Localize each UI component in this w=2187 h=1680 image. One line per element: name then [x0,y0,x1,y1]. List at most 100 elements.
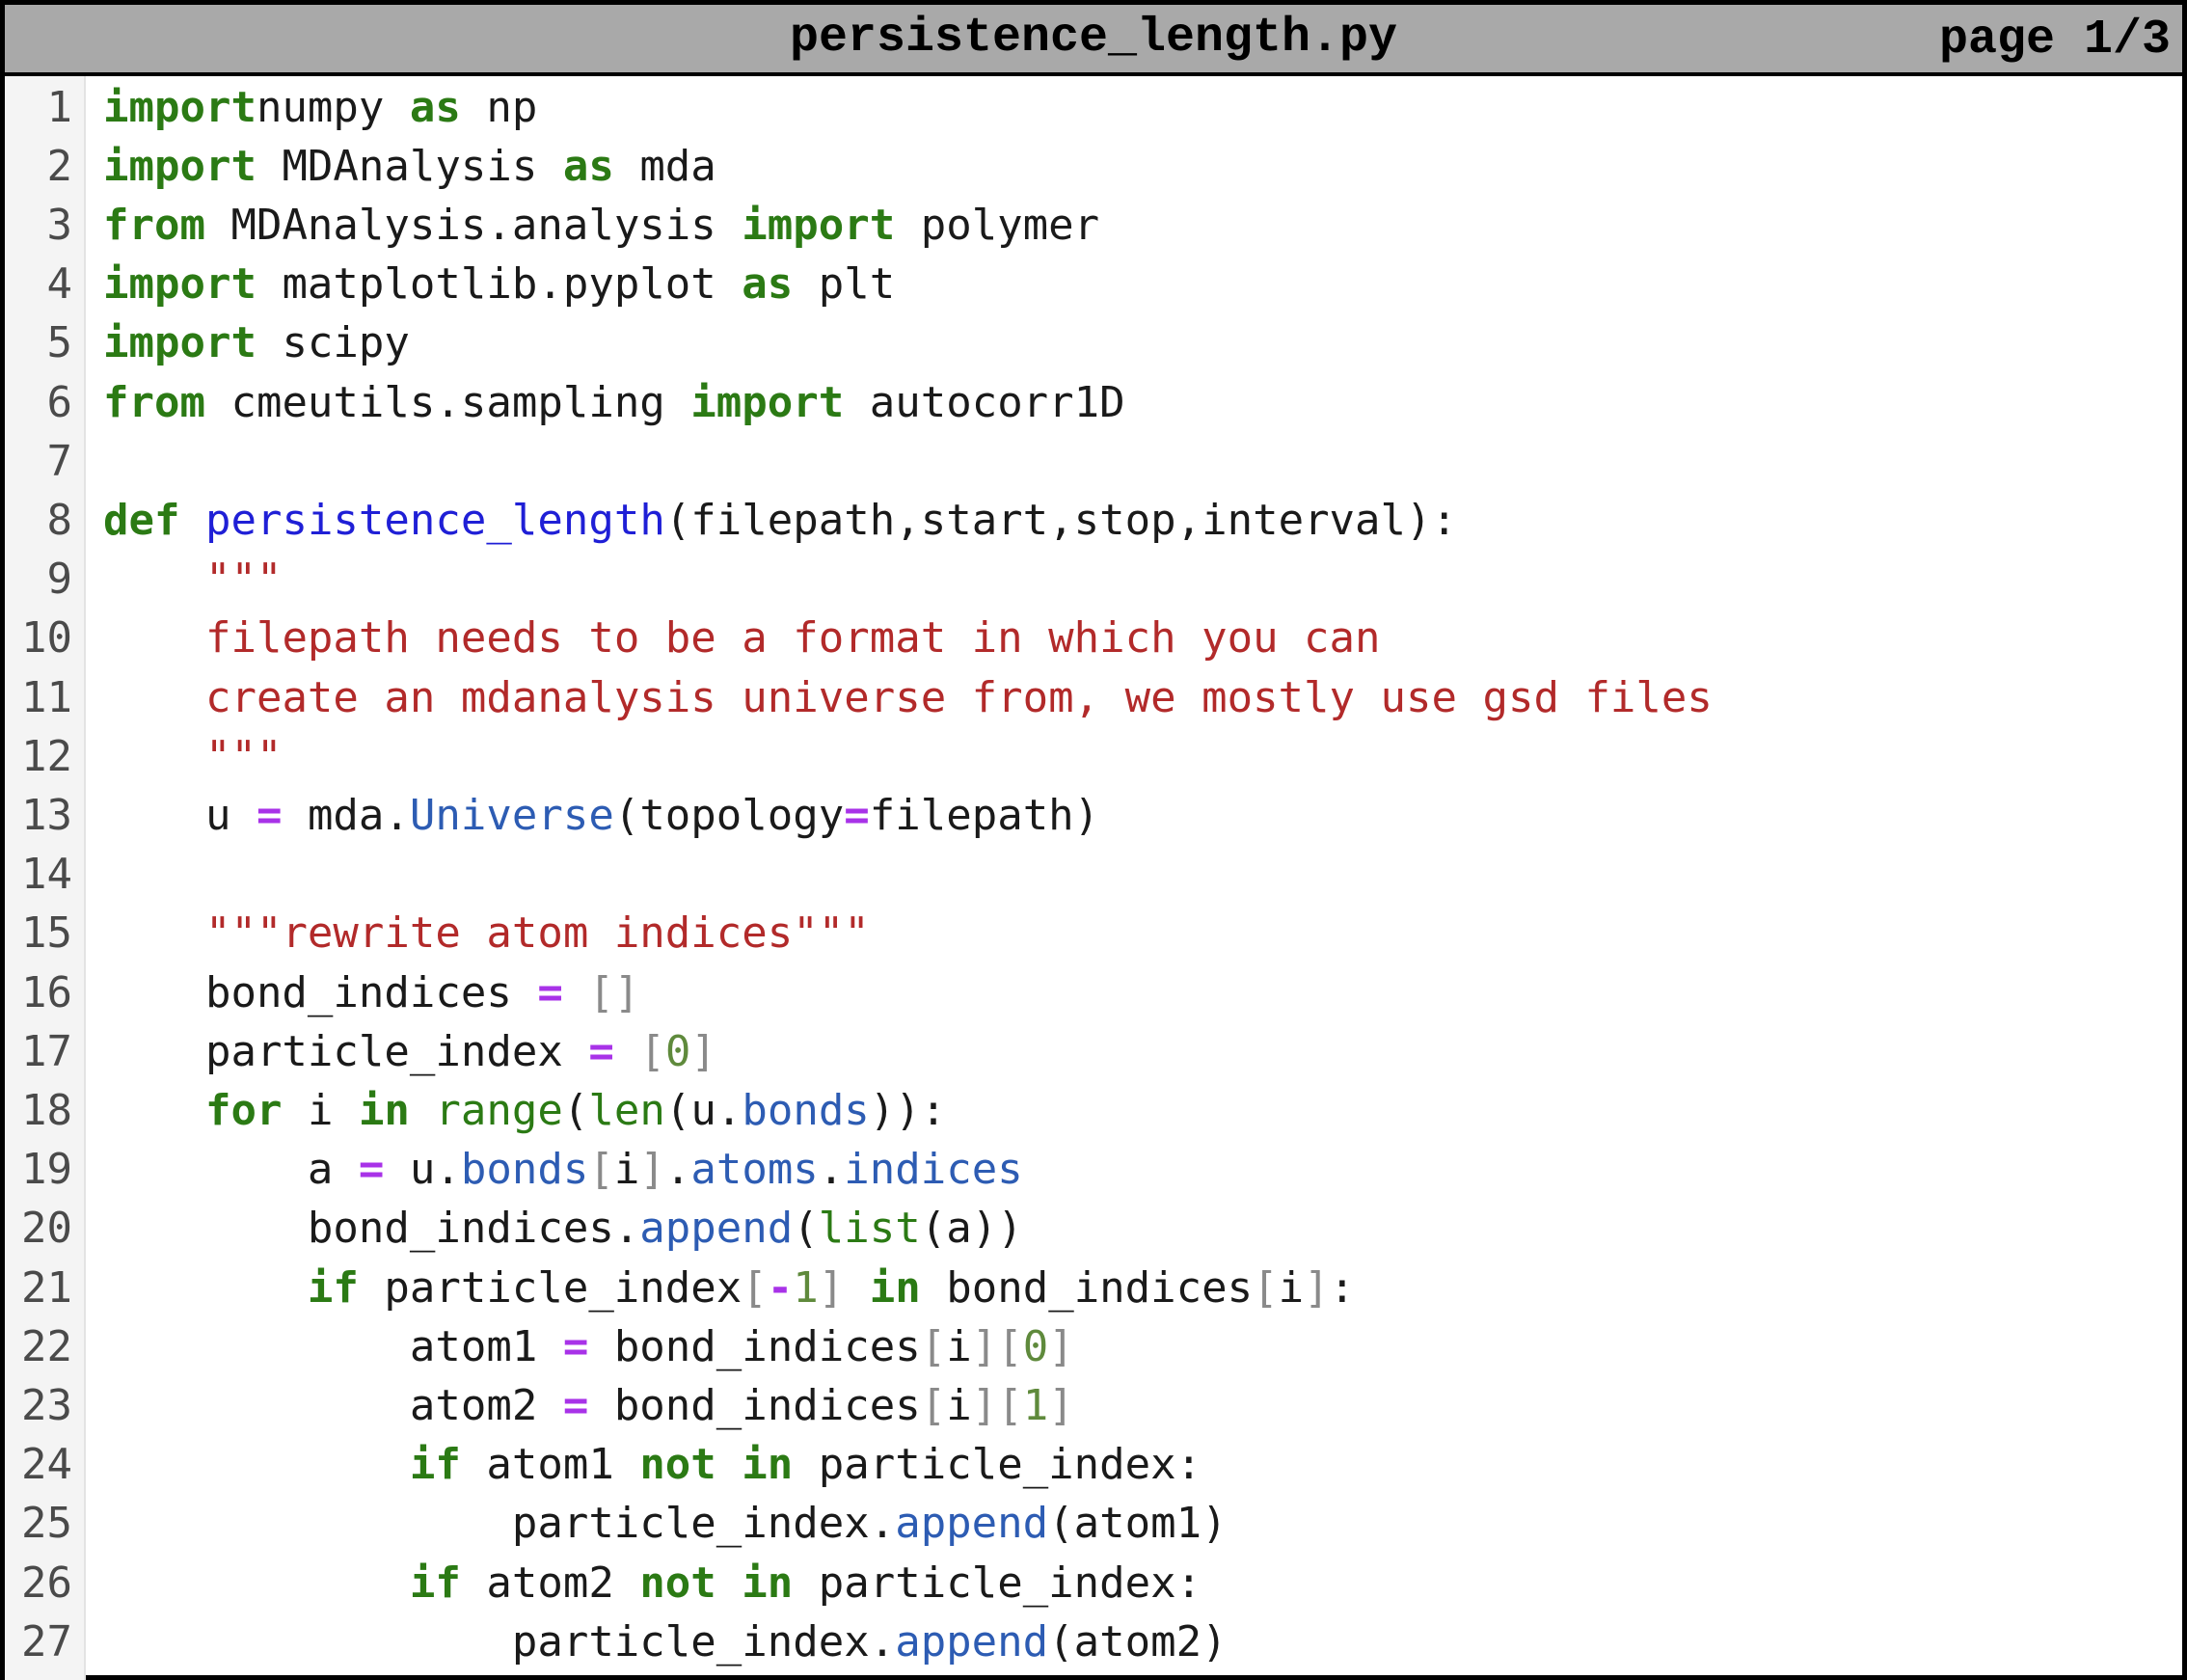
line-number: 14 [21,850,72,900]
code-text: """rewrite atom indices""" [103,904,870,962]
code-token: ] [690,1026,716,1076]
code-line: 14 [5,845,2182,904]
code-token: ][ [971,1321,1023,1371]
code-token: atom1 [460,1440,640,1490]
line-number: 20 [21,1204,72,1254]
code-token: create an mdanalysis universe from, we m… [204,672,1713,722]
code-line: 11 create an mdanalysis universe from, w… [5,668,2182,727]
code-text: import matplotlib.pyplot as plt [103,255,895,313]
code-token: ] [1304,1262,1330,1313]
code-text: import scipy [103,313,410,372]
code-token: import [103,141,256,191]
code-token: ( [793,1204,819,1254]
code-token: atom2 [103,1380,563,1430]
code-line: 4 import matplotlib.pyplot as plt [5,255,2182,313]
code-token: def [103,495,180,545]
code-token: import [103,259,256,310]
code-token: [ [639,1026,665,1076]
code-text: atom1 = bond_indices[i][0] [103,1317,1074,1376]
code-line: 24 if atom1 not in particle_index: [5,1435,2182,1494]
code-token: [] [588,967,640,1017]
code-line: 23 atom2 = bond_indices[i][1] [5,1376,2182,1435]
code-token: persistence_length [204,495,665,545]
code-line: 25 particle_index.append(atom1) [5,1494,2182,1553]
code-line: 19 a = u.bonds[i].atoms.indices [5,1140,2182,1199]
code-line: 6 from cmeutils.sampling import autocorr1… [5,373,2182,432]
code-token: [ [742,1262,768,1313]
code-token: len [588,1085,665,1135]
code-token: - [767,1262,794,1313]
code-text: bond_indices.append(list(a)) [103,1199,1023,1258]
code-listing: 1 importnumpy as np 2 import MDAnalysis as … [5,76,2182,1680]
code-page: persistence_length.py page 1/3 1 importnu… [0,0,2187,1680]
code-text: particle_index.append(atom1) [103,1494,1228,1553]
code-token: particle_index: [793,1440,1202,1490]
code-token: i [282,1085,359,1135]
code-text: a = u.bonds[i].atoms.indices [103,1140,1023,1199]
code-token: range [435,1085,563,1135]
code-text: if atom1 not in particle_index: [103,1435,1202,1494]
line-number: 5 [46,318,73,368]
code-token: bond_indices [920,1262,1254,1313]
line-number: 24 [21,1440,72,1490]
code-token: = [562,1321,589,1371]
code-line: 18 for i in range(len(u.bonds)): [5,1081,2182,1140]
code-token: = [844,790,870,840]
code-text: importnumpy as np [103,78,537,137]
line-number: 16 [21,967,72,1017]
code-line: 16 bond_indices = [] [5,963,2182,1022]
code-token: filepath needs to be a format in which y… [204,613,1381,664]
code-token: for [204,1085,283,1135]
code-token: i [946,1380,972,1430]
code-token: particle_index. [103,1616,896,1666]
code-token: append [639,1204,794,1254]
code-line: 10 filepath needs to be a format in whic… [5,609,2182,667]
code-line: 20 bond_indices.append(list(a)) [5,1199,2182,1258]
line-number: 8 [46,495,73,545]
code-token: : [920,1085,947,1135]
code-token: = [358,1145,385,1195]
code-token: bond_indices [103,967,538,1017]
code-token: (filepath,start,stop,interval): [664,495,1458,545]
code-token: . [818,1145,845,1195]
line-number: 13 [21,790,72,840]
code-token: numpy [256,82,410,132]
code-line: 8 def persistence_length(filepath,start,s… [5,491,2182,550]
code-text: from MDAnalysis.analysis import polymer [103,196,1099,255]
code-token: = [588,1026,614,1076]
code-line: 22 atom1 = bond_indices[i][0] [5,1317,2182,1376]
code-token: )) [869,1085,921,1135]
code-token: as [409,82,461,132]
code-line: 1 importnumpy as np [5,78,2182,137]
code-text: for i in range(len(u.bonds)): [103,1081,946,1140]
code-token: bonds [460,1145,589,1195]
code-token: import [690,377,845,427]
code-text: bond_indices = [] [103,963,639,1022]
code-token: indices [844,1145,1023,1195]
code-token: = [256,790,283,840]
code-line: 15 """rewrite atom indices""" [5,904,2182,962]
code-token: as [562,141,614,191]
line-number: 18 [21,1085,72,1135]
code-text: create an mdanalysis universe from, we m… [103,668,1713,727]
code-token: 1 [1022,1380,1049,1430]
code-text: import MDAnalysis as mda [103,137,716,196]
code-token: bond_indices [588,1321,921,1371]
code-token: [ [920,1321,947,1371]
line-number: 19 [21,1145,72,1195]
code-token: ] [639,1145,665,1195]
code-line: 17 particle_index = [0] [5,1022,2182,1081]
code-text: particle_index.append(atom2) [103,1612,1228,1671]
code-token: [ [588,1145,614,1195]
code-token: = [562,1380,589,1430]
code-line: 13 u = mda.Universe(topology=filepath) [5,786,2182,845]
code-token: """ [204,731,283,781]
code-token: i [1278,1262,1305,1313]
code-token: bonds [742,1085,870,1135]
